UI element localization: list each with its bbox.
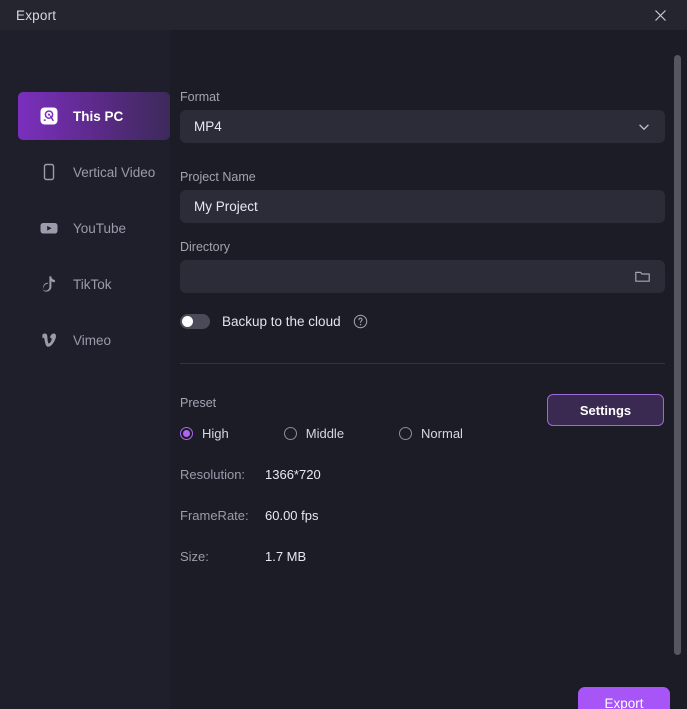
format-label: Format [180, 90, 220, 104]
preset-label: Preset [180, 396, 217, 410]
info-value: 1366*720 [265, 467, 321, 482]
preset-option-label: High [202, 426, 229, 441]
content-panel: Format MP4 Project Name My Project Direc… [170, 30, 687, 709]
window-title: Export [16, 7, 57, 23]
section-divider [180, 363, 665, 364]
radio-dot [399, 427, 413, 440]
info-key: FrameRate: [180, 508, 249, 523]
backup-toggle[interactable] [180, 314, 210, 329]
sidebar-item-label: Vertical Video [73, 164, 156, 180]
format-select[interactable]: MP4 [180, 110, 665, 143]
sidebar-item-vimeo[interactable]: Vimeo [18, 316, 170, 364]
directory-label: Directory [180, 240, 231, 254]
info-key: Size: [180, 549, 209, 564]
directory-input[interactable] [180, 260, 665, 293]
sidebar-item-vertical-video[interactable]: Vertical Video [18, 148, 170, 196]
toggle-knob [182, 316, 193, 327]
sidebar-item-label: Vimeo [73, 332, 112, 348]
project-name-input[interactable]: My Project [180, 190, 665, 223]
scrollbar[interactable] [674, 55, 681, 655]
export-button[interactable]: Export [578, 687, 670, 709]
dialog-body: This PC Vertical Video YouTube TikTok Vi… [0, 30, 687, 709]
info-row-resolution: Resolution: 1366*720 [180, 467, 321, 482]
vimeo-icon [38, 329, 60, 351]
tiktok-icon [38, 273, 60, 295]
info-row-framerate: FrameRate: 60.00 fps [180, 508, 319, 523]
phone-icon [38, 161, 60, 183]
format-value: MP4 [194, 119, 222, 134]
hard-drive-icon [38, 105, 60, 127]
preset-option-label: Normal [421, 426, 463, 441]
sidebar-item-label: This PC [73, 108, 124, 124]
titlebar: Export [0, 0, 687, 30]
youtube-icon [38, 217, 60, 239]
preset-option-middle[interactable]: Middle [283, 426, 345, 441]
sidebar-item-label: YouTube [73, 220, 127, 236]
settings-button[interactable]: Settings [547, 394, 664, 426]
sidebar: This PC Vertical Video YouTube TikTok Vi… [0, 30, 170, 709]
info-value: 60.00 fps [265, 508, 319, 523]
info-value: 1.7 MB [265, 549, 307, 564]
radio-dot [180, 427, 193, 440]
chevron-down-icon[interactable] [637, 120, 651, 134]
sidebar-item-tiktok[interactable]: TikTok [18, 260, 170, 308]
scrollbar-thumb[interactable] [674, 55, 681, 655]
sidebar-item-this-pc[interactable]: This PC [18, 92, 170, 140]
help-circle-icon[interactable] [353, 314, 368, 329]
project-name-label: Project Name [180, 170, 256, 184]
preset-option-label: Middle [305, 426, 345, 441]
info-key: Resolution: [180, 467, 246, 482]
backup-to-cloud-row: Backup to the cloud [180, 314, 368, 329]
sidebar-item-label: TikTok [73, 276, 112, 292]
preset-option-high[interactable]: High [180, 426, 229, 441]
preset-option-normal[interactable]: Normal [399, 426, 463, 441]
export-dialog: Export This PC Vertical Video YouTube Ti… [0, 0, 687, 709]
close-icon[interactable] [647, 2, 673, 28]
preset-radio-group: High Middle Normal [180, 426, 463, 441]
sidebar-item-youtube[interactable]: YouTube [18, 204, 170, 252]
info-row-size: Size: 1.7 MB [180, 549, 306, 564]
backup-label: Backup to the cloud [222, 314, 341, 329]
folder-icon[interactable] [634, 268, 651, 285]
radio-dot [283, 427, 297, 440]
